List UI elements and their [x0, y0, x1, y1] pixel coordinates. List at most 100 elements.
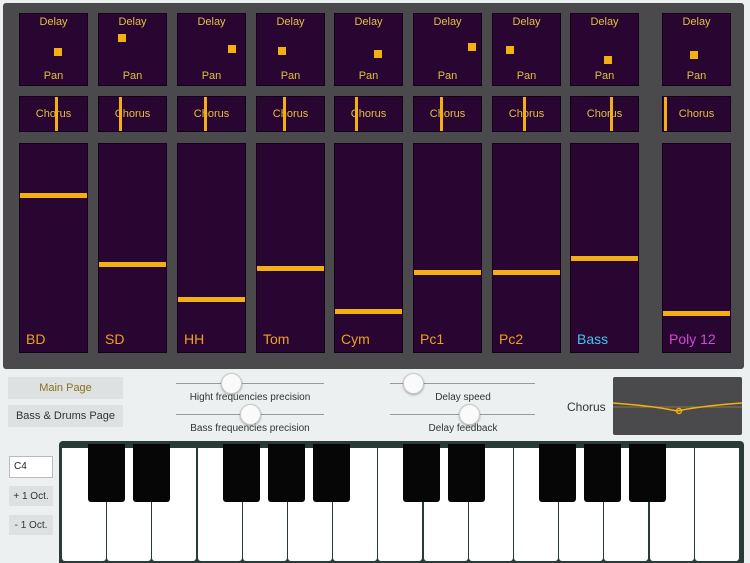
pan-label: Pan — [358, 70, 379, 82]
pan-delay-handle[interactable] — [227, 45, 236, 54]
chorus-handle[interactable] — [664, 97, 668, 131]
delay-pan-pad[interactable]: Delay Pan — [413, 13, 482, 86]
channel-name: Cym — [341, 331, 370, 347]
chorus-handle[interactable] — [610, 97, 613, 131]
fader-handle[interactable] — [99, 261, 166, 267]
chorus-slider-label: Chorus — [272, 108, 309, 120]
delay-pan-pad[interactable]: Delay Pan — [662, 13, 731, 86]
note-display[interactable]: C4 — [9, 456, 53, 478]
delay-pan-pad[interactable]: Delay Pan — [177, 13, 246, 86]
black-key[interactable] — [629, 444, 666, 502]
chorus-handle[interactable] — [118, 97, 122, 131]
channel-name: Bass — [577, 331, 609, 347]
chorus-slider-label: Chorus — [508, 108, 545, 120]
fader-handle[interactable] — [178, 297, 245, 302]
octave-up-button[interactable]: + 1 Oct. — [9, 486, 53, 506]
delay-pan-pad[interactable]: Delay Pan — [334, 13, 403, 86]
chorus-handle[interactable] — [204, 97, 207, 131]
chorus-slider[interactable]: Chorus — [662, 96, 731, 132]
chorus-slider-label: Chorus — [114, 108, 151, 120]
chorus-handle[interactable] — [283, 97, 286, 131]
black-key[interactable] — [539, 444, 576, 502]
slider-knob[interactable] — [458, 404, 480, 425]
pan-delay-handle[interactable] — [278, 46, 287, 55]
delay-label: Delay — [682, 16, 711, 28]
delay-label: Delay — [590, 16, 619, 28]
pan-delay-handle[interactable] — [603, 56, 612, 65]
slider-knob[interactable] — [402, 373, 424, 394]
volume-fader[interactable]: Poly 12 — [662, 143, 731, 353]
pan-label: Pan — [516, 70, 537, 82]
pan-label: Pan — [686, 70, 707, 82]
pan-delay-handle[interactable] — [117, 34, 126, 43]
delay-pan-pad[interactable]: Delay Pan — [570, 13, 639, 86]
chorus-graph[interactable] — [612, 377, 743, 435]
delay-label: Delay — [118, 16, 147, 28]
chorus-slider[interactable]: Chorus — [492, 96, 561, 132]
black-key[interactable] — [268, 444, 305, 502]
pan-delay-handle[interactable] — [53, 48, 62, 57]
black-key[interactable] — [403, 444, 440, 502]
pan-delay-handle[interactable] — [374, 49, 383, 58]
fader-handle[interactable] — [571, 255, 638, 261]
chorus-slider[interactable]: Chorus — [98, 96, 167, 132]
delay-pan-pad[interactable]: Delay Pan — [492, 13, 561, 86]
main-page-button[interactable]: Main Page — [8, 377, 123, 399]
channel-name: SD — [105, 331, 125, 347]
fader-handle[interactable] — [257, 265, 324, 271]
volume-fader[interactable]: HH — [177, 143, 246, 353]
chorus-slider[interactable]: Chorus — [413, 96, 482, 132]
chorus-label: Chorus — [567, 400, 606, 414]
high-freq-precision-label: Hight frequencies precision — [189, 392, 311, 403]
delay-speed-label: Delay speed — [435, 392, 491, 403]
chorus-slider[interactable]: Chorus — [19, 96, 88, 132]
pan-label: Pan — [201, 70, 222, 82]
black-key[interactable] — [448, 444, 485, 502]
delay-pan-pad[interactable]: Delay Pan — [256, 13, 325, 86]
volume-fader[interactable]: Cym — [334, 143, 403, 353]
fader-handle[interactable] — [335, 308, 402, 314]
volume-fader[interactable]: Pc2 — [492, 143, 561, 353]
chorus-handle[interactable] — [55, 97, 59, 131]
pan-delay-handle[interactable] — [689, 50, 698, 59]
slider-knob[interactable] — [220, 373, 242, 394]
octave-down-button[interactable]: - 1 Oct. — [9, 515, 53, 535]
pan-delay-handle[interactable] — [505, 46, 514, 55]
chorus-slider[interactable]: Chorus — [256, 96, 325, 132]
volume-fader[interactable]: Pc1 — [413, 143, 482, 353]
volume-fader[interactable]: SD — [98, 143, 167, 353]
delay-pan-pad[interactable]: Delay Pan — [19, 13, 88, 86]
slider-knob[interactable] — [240, 404, 261, 425]
app-root: Delay Pan Chorus BD Delay Pan Chorus SD Delay Pan… — [0, 0, 750, 563]
chorus-slider[interactable]: Chorus — [334, 96, 403, 132]
black-key[interactable] — [313, 444, 350, 502]
chorus-handle[interactable] — [440, 97, 443, 131]
black-key[interactable] — [133, 444, 170, 502]
fader-handle[interactable] — [20, 193, 87, 199]
chorus-slider[interactable]: Chorus — [570, 96, 639, 132]
piano-keyboard — [59, 441, 744, 563]
pan-delay-handle[interactable] — [468, 42, 477, 51]
volume-fader[interactable]: BD — [19, 143, 88, 353]
channel-name: Pc1 — [420, 331, 445, 347]
chorus-slider-label: Chorus — [193, 108, 230, 120]
delay-pan-pad[interactable]: Delay Pan — [98, 13, 167, 86]
chorus-handle[interactable] — [354, 97, 358, 131]
pan-label: Pan — [122, 70, 143, 82]
fader-handle[interactable] — [663, 310, 730, 316]
chorus-handle[interactable] — [522, 97, 526, 131]
white-key[interactable] — [694, 448, 739, 561]
pan-label: Pan — [43, 70, 64, 82]
chorus-slider[interactable]: Chorus — [177, 96, 246, 132]
volume-fader[interactable]: Tom — [256, 143, 325, 353]
bass-drums-page-button[interactable]: Bass & Drums Page — [8, 405, 123, 427]
fader-handle[interactable] — [493, 269, 560, 275]
chorus-slider-label: Chorus — [429, 108, 466, 120]
volume-fader[interactable]: Bass — [570, 143, 639, 353]
slider-track[interactable] — [176, 383, 324, 384]
black-key[interactable] — [88, 444, 125, 502]
black-key[interactable] — [584, 444, 621, 502]
bass-freq-precision-label: Bass frequencies precision — [190, 423, 310, 434]
black-key[interactable] — [223, 444, 260, 502]
fader-handle[interactable] — [414, 269, 481, 275]
